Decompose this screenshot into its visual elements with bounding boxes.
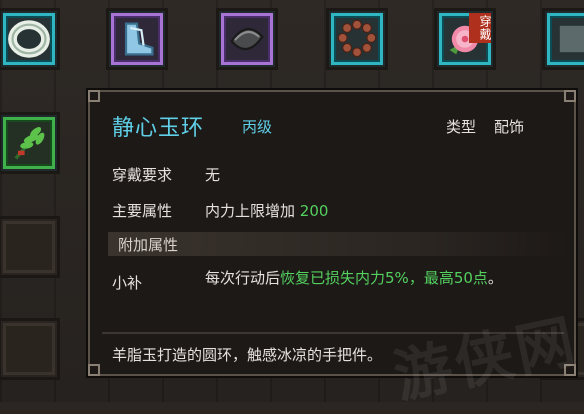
inventory-slot-1[interactable] <box>0 8 60 70</box>
bonus-prefix: 每次行动后 <box>205 269 281 287</box>
main-attribute-value: 内力上限增加 200 <box>205 200 328 221</box>
inventory-slot-5[interactable]: 穿戴 <box>434 8 496 70</box>
item-type-value: 配饰 <box>494 118 525 136</box>
bonus-section-title: 附加属性 <box>118 236 179 254</box>
flavor-text: 羊脂玉打造的圆环，触感冰凉的手把件。 <box>112 346 383 364</box>
attribute-text: 内力上限增加 <box>205 202 296 220</box>
boots-icon <box>124 22 154 56</box>
attribute-number: 200 <box>299 202 329 220</box>
inventory-slot-2[interactable] <box>106 8 168 70</box>
bonus-suffix: 。 <box>487 269 503 287</box>
jade-ring-icon <box>8 20 50 58</box>
bonus-highlight: 恢复已损失内力5%，最高50点 <box>280 269 488 287</box>
requirement-label: 穿戴要求 <box>112 166 173 184</box>
requirement-value: 无 <box>205 166 221 184</box>
inventory-slot-empty-2[interactable] <box>0 318 60 380</box>
inventory-slot-6[interactable] <box>542 8 584 70</box>
inventory-slot-3[interactable] <box>216 8 278 70</box>
main-attribute-label: 主要属性 <box>112 202 173 220</box>
bonus-description: 每次行动后恢复已损失内力5%，最高50点。 <box>205 268 505 289</box>
inventory-slot-herb[interactable] <box>0 112 60 174</box>
bonus-name: 小补 <box>112 274 143 292</box>
item-grade: 丙级 <box>242 118 273 136</box>
bonus-section-header: 附加属性 <box>108 232 568 256</box>
item-icon <box>559 25 584 53</box>
inventory-slot-empty-1[interactable] <box>0 216 60 278</box>
worn-badge: 穿戴 <box>469 13 492 43</box>
inventory-slot-4[interactable] <box>326 8 388 70</box>
item-name: 静心玉环 <box>112 116 205 141</box>
item-type-label: 类型 <box>446 118 477 136</box>
herb-bundle-icon <box>14 127 45 160</box>
dark-seed-icon <box>230 28 264 50</box>
prayer-beads-icon <box>337 19 377 58</box>
